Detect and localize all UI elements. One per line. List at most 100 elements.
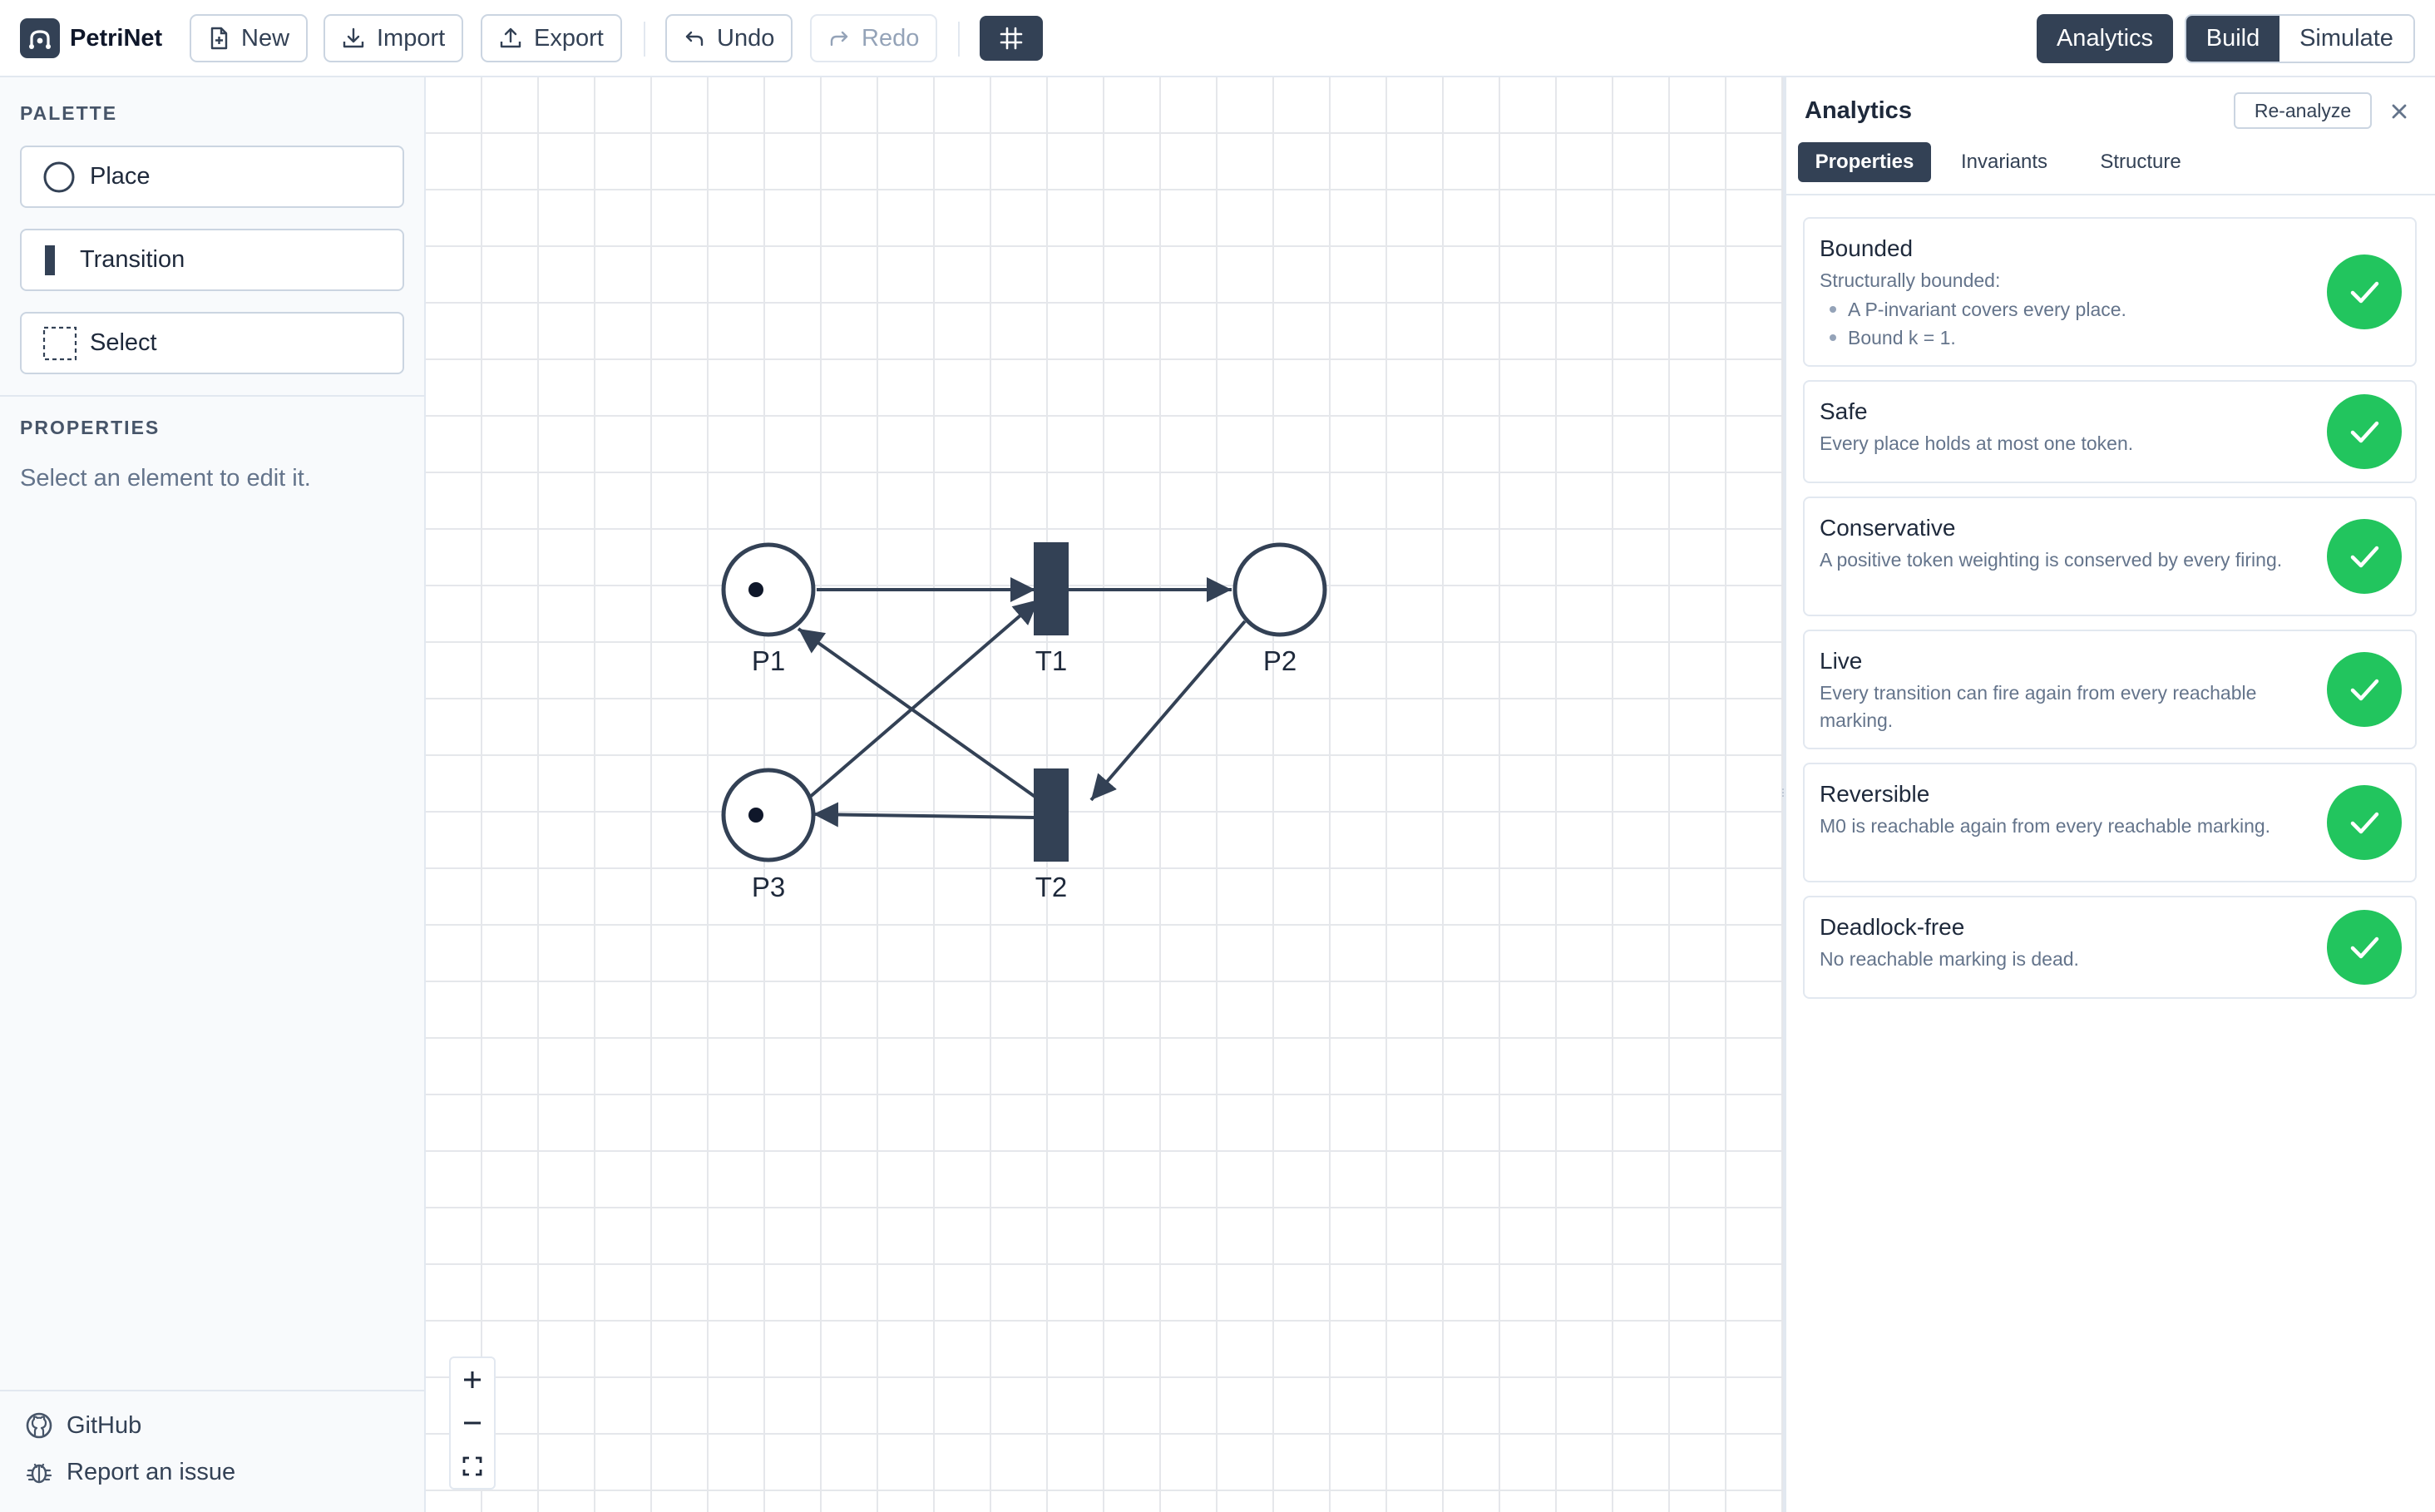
arc-t2-p3[interactable] <box>812 802 1036 828</box>
plus-icon <box>464 1371 481 1388</box>
check-icon <box>2327 519 2402 594</box>
zoom-out-button[interactable] <box>451 1401 494 1445</box>
palette-transition-button[interactable]: Transition <box>20 229 404 291</box>
report-issue-link[interactable]: Report an issue <box>25 1458 235 1486</box>
property-card-safe: Safe Every place holds at most one token… <box>1803 380 2417 483</box>
token-dot <box>748 808 763 823</box>
property-title: Deadlock-free <box>1820 914 1965 940</box>
place-label-p2: P2 <box>1263 645 1297 676</box>
top-toolbar: PetriNet New Import Export Undo Redo Ana… <box>0 0 2435 77</box>
check-icon <box>2327 254 2402 329</box>
arc-t2-p1[interactable] <box>797 627 1038 799</box>
undo-button[interactable]: Undo <box>665 14 793 62</box>
fit-view-button[interactable] <box>451 1445 494 1488</box>
import-button[interactable]: Import <box>324 14 464 62</box>
minus-icon <box>464 1421 481 1425</box>
analytics-panel-title: Analytics <box>1805 97 1912 124</box>
import-icon <box>343 27 364 48</box>
left-sidebar: PALETTE Place Transition Select PROPERTI… <box>0 77 426 1512</box>
place-label-p3: P3 <box>752 872 785 902</box>
select-marquee-icon <box>42 326 77 360</box>
mode-build-button[interactable]: Build <box>2186 16 2279 62</box>
toolbar-divider <box>644 22 645 57</box>
property-card-conservative: Conservative A positive token weighting … <box>1803 497 2417 616</box>
property-title: Reversible <box>1820 781 1930 807</box>
property-title: Bounded <box>1820 235 1914 261</box>
redo-button[interactable]: Redo <box>810 14 938 62</box>
place-label-p1: P1 <box>752 645 785 676</box>
token-dot <box>748 582 763 597</box>
app-logo-icon <box>20 18 60 58</box>
property-card-deadlock-free: Deadlock-free No reachable marking is de… <box>1803 896 2417 999</box>
property-bullet: A P-invariant covers every place. <box>1848 299 2126 320</box>
property-bullets: A P-invariant covers every place. Bound … <box>1820 295 2126 352</box>
grid-icon <box>1000 27 1023 50</box>
petri-net-diagram: P1 P2 P3 T1 T2 <box>721 542 1327 902</box>
bug-icon <box>26 1463 52 1484</box>
properties-hint: Select an element to edit it. <box>20 465 311 492</box>
close-icon[interactable] <box>2387 99 2412 124</box>
check-icon <box>2327 785 2402 860</box>
property-title: Conservative <box>1820 515 1956 541</box>
transition-t1[interactable] <box>1034 542 1069 635</box>
property-card-reversible: Reversible M0 is reachable again from ev… <box>1803 763 2417 882</box>
new-button-label: New <box>241 24 290 52</box>
analytics-button[interactable]: Analytics <box>2037 14 2173 63</box>
palette-select-button[interactable]: Select <box>20 312 404 374</box>
mode-switch: Build Simulate <box>2185 14 2415 63</box>
net-canvas[interactable]: P1 P2 P3 T1 T2 <box>426 77 1783 1512</box>
sidebar-footer-divider <box>0 1390 424 1391</box>
app-name: PetriNet <box>70 25 163 52</box>
resize-handle-icon[interactable] <box>1781 783 1785 803</box>
undo-button-label: Undo <box>717 24 775 52</box>
palette-select-label: Select <box>90 329 157 356</box>
redo-button-label: Redo <box>862 24 920 52</box>
new-button[interactable]: New <box>190 14 309 62</box>
report-issue-label: Report an issue <box>67 1458 236 1485</box>
zoom-controls <box>449 1356 496 1490</box>
panel-divider <box>1786 194 2435 195</box>
export-button[interactable]: Export <box>481 14 622 62</box>
property-description: A positive token weighting is conserved … <box>1820 549 2283 571</box>
place-p2[interactable] <box>1232 542 1327 637</box>
analytics-panel: Analytics Re-analyze Properties Invarian… <box>1781 77 2435 1512</box>
property-card-live: Live Every transition can fire again fro… <box>1803 630 2417 749</box>
check-icon <box>2327 910 2402 985</box>
palette-place-button[interactable]: Place <box>20 146 404 208</box>
properties-title: PROPERTIES <box>20 417 161 438</box>
palette-place-label: Place <box>90 163 151 190</box>
property-description: Structurally bounded: <box>1820 269 2001 291</box>
github-icon <box>26 1412 52 1439</box>
property-description: Every transition can fire again from eve… <box>1820 682 2257 731</box>
github-link[interactable]: GitHub <box>25 1411 141 1440</box>
property-description: M0 is reachable again from every reachab… <box>1820 815 2271 837</box>
sidebar-divider <box>0 395 424 397</box>
place-p3[interactable] <box>721 768 816 862</box>
check-icon <box>2327 394 2402 469</box>
transition-label-t1: T1 <box>1035 645 1068 676</box>
property-description: Every place holds at most one token. <box>1820 432 2134 454</box>
transition-label-t2: T2 <box>1035 872 1068 902</box>
new-file-icon <box>210 27 228 50</box>
place-circle-icon <box>43 161 75 192</box>
mode-simulate-button[interactable]: Simulate <box>2279 16 2413 62</box>
arc-p2-t2[interactable] <box>1089 620 1247 802</box>
place-p1[interactable] <box>721 542 816 637</box>
grid-toggle-button[interactable] <box>980 16 1043 61</box>
tab-structure[interactable]: Structure <box>2076 142 2205 182</box>
property-card-bounded: Bounded Structurally bounded: A P-invari… <box>1803 217 2417 367</box>
import-button-label: Import <box>377 24 446 52</box>
tab-properties[interactable]: Properties <box>1798 142 1931 182</box>
github-link-label: GitHub <box>67 1411 142 1439</box>
reanalyze-button[interactable]: Re-analyze <box>2234 92 2372 129</box>
palette-transition-label: Transition <box>80 246 185 273</box>
transition-t2[interactable] <box>1034 768 1069 862</box>
redo-icon <box>830 31 848 47</box>
arc-p3-t1[interactable] <box>808 598 1040 799</box>
export-button-label: Export <box>534 24 604 52</box>
property-title: Live <box>1820 648 1863 674</box>
zoom-in-button[interactable] <box>451 1358 494 1401</box>
property-description: No reachable marking is dead. <box>1820 948 2079 970</box>
tab-invariants[interactable]: Invariants <box>1938 142 2071 182</box>
property-bullet: Bound k = 1. <box>1848 327 1956 348</box>
